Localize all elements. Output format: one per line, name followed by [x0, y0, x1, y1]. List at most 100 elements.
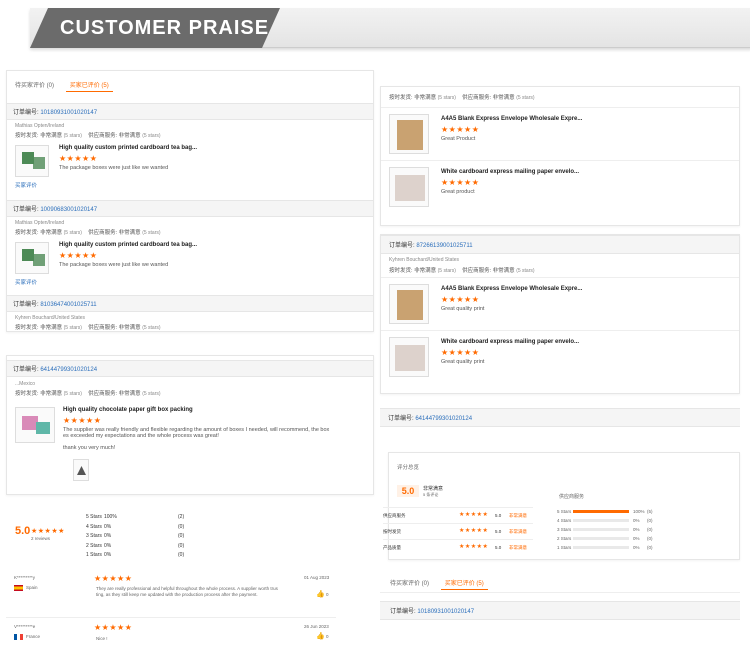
product-thumbnail[interactable]: [15, 407, 55, 443]
right-reviews-panel: 按时发货: 非常满意 (5 stars) 供应商服务: 非常满意 (5 star…: [380, 86, 740, 226]
rating-overview: 评分总览 5.0 非常满意 5 条评论 供应商服务 ★★★★★ 5.0 非常满意…: [383, 452, 740, 560]
order-number[interactable]: 10180931001020147: [40, 110, 97, 116]
product-thumbnail[interactable]: [389, 284, 429, 324]
dist-row: 2 Stars 0% (0): [557, 536, 653, 541]
product-title[interactable]: A4A5 Blank Express Envelope Wholesale Ex…: [441, 286, 582, 292]
reviewer-country: France: [26, 634, 41, 639]
star-rating: ★★★★★: [59, 154, 98, 163]
list-item: A4A5 Blank Express Envelope Wholesale Ex…: [381, 277, 739, 330]
buyer-name: Mathias Opten/Ireland: [15, 220, 65, 226]
product-thumbnail[interactable]: [15, 242, 49, 274]
order-number[interactable]: 10180931001020147: [417, 609, 474, 615]
order-number[interactable]: 64144799301020124: [415, 416, 472, 422]
star-rating: ★★★★★: [441, 295, 480, 304]
dist-bar-fill: [573, 510, 629, 513]
reviewer-name: V*********e: [14, 624, 36, 629]
order-number[interactable]: 10090683001020147: [40, 207, 97, 213]
review-comment: Great product: [441, 189, 475, 195]
france-flag-icon: [14, 634, 23, 640]
star-distribution: 5 Stars 100% (2) 4 Stars 0% (0) 3 Stars 0% (0)…: [86, 513, 206, 561]
dist-bar: [573, 546, 629, 549]
review-comment: The package boxes were just like we want…: [59, 262, 169, 268]
tab-pending[interactable]: 待买家评价 (0): [386, 576, 433, 589]
order-panel: 订单编号: 64144799301020124 ...Mexico 按时发货: …: [6, 355, 374, 495]
left-reviews-panel: 待买家评价 (0) 买家已评价 (5) 订单编号: 10180931001020…: [6, 70, 374, 332]
review-comment: Great quality print: [441, 306, 485, 312]
dist-row: 2 Stars 0% (0): [86, 542, 185, 549]
order-header: 订单编号: 87266139001025711: [381, 235, 739, 254]
product-title[interactable]: A4A5 Blank Express Envelope Wholesale Ex…: [441, 116, 582, 122]
spain-flag-icon: [14, 585, 23, 591]
like-count: 0: [326, 592, 329, 597]
review-date: 26 Jun 2023: [304, 624, 329, 629]
rating-summary: 5.0 ★★★★★ 2 reviews 5 Stars 100% (2) 4 Sta…: [6, 505, 346, 565]
banner: CUSTOMER PRAISE: [0, 0, 750, 52]
reviewer-country: Spain: [26, 585, 38, 590]
product-title[interactable]: White cardboard express mailing paper en…: [441, 169, 579, 175]
review-comment-line: es exceeded my expectations and the whol…: [63, 433, 219, 439]
dist-bar: [573, 528, 629, 531]
star-rating: ★★★★★: [94, 623, 133, 632]
tab-pending[interactable]: 待买家评价 (0): [11, 78, 58, 91]
tab-reviewed[interactable]: 买家已评价 (5): [65, 78, 113, 92]
review-count: 2 reviews: [31, 536, 51, 541]
review-photo[interactable]: [73, 459, 89, 481]
order-header: 订单编号: 10180931001020147: [7, 103, 373, 120]
review-comment: Great Product: [441, 136, 476, 142]
review-text: Nice !: [96, 636, 108, 641]
order-header: 订单编号: 10180931001020147: [380, 601, 740, 620]
dist-row: 1 Stars 0% (0): [86, 552, 185, 558]
rating-line: 按时发货: 非常满意 (5 stars) 供应商服务: 非常满意 (5 star…: [15, 391, 161, 397]
order-number[interactable]: 87266139001025711: [416, 243, 472, 249]
order-panel: 订单编号: 87266139001025711 Kyhren Bouchard/…: [380, 234, 740, 394]
order-header: 订单编号: 64144799301020124: [7, 360, 373, 377]
like-count: 0: [326, 634, 329, 639]
order-number[interactable]: 81036474001025711: [40, 302, 96, 308]
tab-reviewed[interactable]: 买家已评价 (5): [440, 576, 488, 590]
list-item: A4A5 Blank Express Envelope Wholesale Ex…: [381, 107, 739, 160]
product-thumbnail[interactable]: [389, 114, 429, 154]
banner-title: CUSTOMER PRAISE: [30, 8, 280, 48]
rating-line: 按时发货: 非常满意 (5 stars) 供应商服务: 非常满意 (5 star…: [389, 95, 535, 101]
star-rating: ★★★★★: [441, 178, 480, 187]
review-date: 01 Aug 2023: [304, 575, 330, 580]
product-title[interactable]: White cardboard express mailing paper en…: [441, 339, 579, 345]
list-item: White cardboard express mailing paper en…: [381, 330, 739, 383]
order-number[interactable]: 64144799301020124: [40, 367, 97, 373]
product-title[interactable]: High quality custom printed cardboard te…: [59, 145, 197, 151]
overall-label: 非常满意: [423, 486, 444, 492]
list-item: High quality custom printed cardboard te…: [15, 242, 365, 274]
review-tabs: 待买家评价 (0) 买家已评价 (5): [380, 570, 740, 593]
buyer-name: Mathias Opten/Ireland: [15, 123, 65, 129]
view-review-link[interactable]: 买家评价: [15, 278, 365, 286]
buyer-name: Kyhren Bouchard/United States: [15, 315, 86, 321]
reviewer-name: K*********y: [14, 575, 36, 580]
star-rating: ★★★★★: [59, 251, 98, 260]
review-comment: The package boxes were just like we want…: [59, 165, 169, 171]
list-item: High quality chocolate paper gift box pa…: [15, 407, 365, 451]
dist-row: 5 Stars 100% (5): [557, 509, 653, 514]
list-item: High quality custom printed cardboard te…: [15, 145, 365, 177]
review-text: They are really professional and helpful…: [96, 586, 278, 591]
product-title[interactable]: High quality chocolate paper gift box pa…: [63, 407, 329, 413]
overall-score: 5.0: [397, 485, 419, 497]
product-thumbnail[interactable]: [15, 145, 49, 177]
review-comment: Great quality print: [441, 359, 485, 365]
product-thumbnail[interactable]: [389, 167, 429, 207]
product-thumbnail[interactable]: [389, 337, 429, 377]
category-ratings: 供应商服务 ★★★★★ 5.0 非常满意 按时发货 ★★★★★ 5.0 非常满意…: [383, 507, 533, 555]
rating-line: 按时发货: 非常满意 (5 stars) 供应商服务: 非常满意 (5 star…: [389, 268, 535, 274]
product-title[interactable]: High quality custom printed cardboard te…: [59, 242, 197, 248]
rating-line: 按时发货: 非常满意 (5 stars) 供应商服务: 非常满意 (5 star…: [15, 325, 161, 331]
review-tabs: 待买家评价 (0) 买家已评价 (5): [7, 71, 373, 95]
average-score: 5.0: [15, 525, 31, 537]
dist-row: 3 Stars 0% (0): [557, 527, 653, 532]
thumbs-up-icon[interactable]: 👍: [316, 632, 325, 640]
dist-bar: [573, 510, 629, 513]
view-review-link[interactable]: 买家评价: [15, 181, 365, 189]
thumbs-up-icon[interactable]: 👍: [316, 590, 325, 598]
rating-overview-title: 评分总览: [397, 465, 420, 471]
buyer-name: ...Mexico: [15, 381, 36, 387]
dist-bar: [573, 537, 629, 540]
dist-row: 3 Stars 0% (0): [86, 533, 185, 539]
